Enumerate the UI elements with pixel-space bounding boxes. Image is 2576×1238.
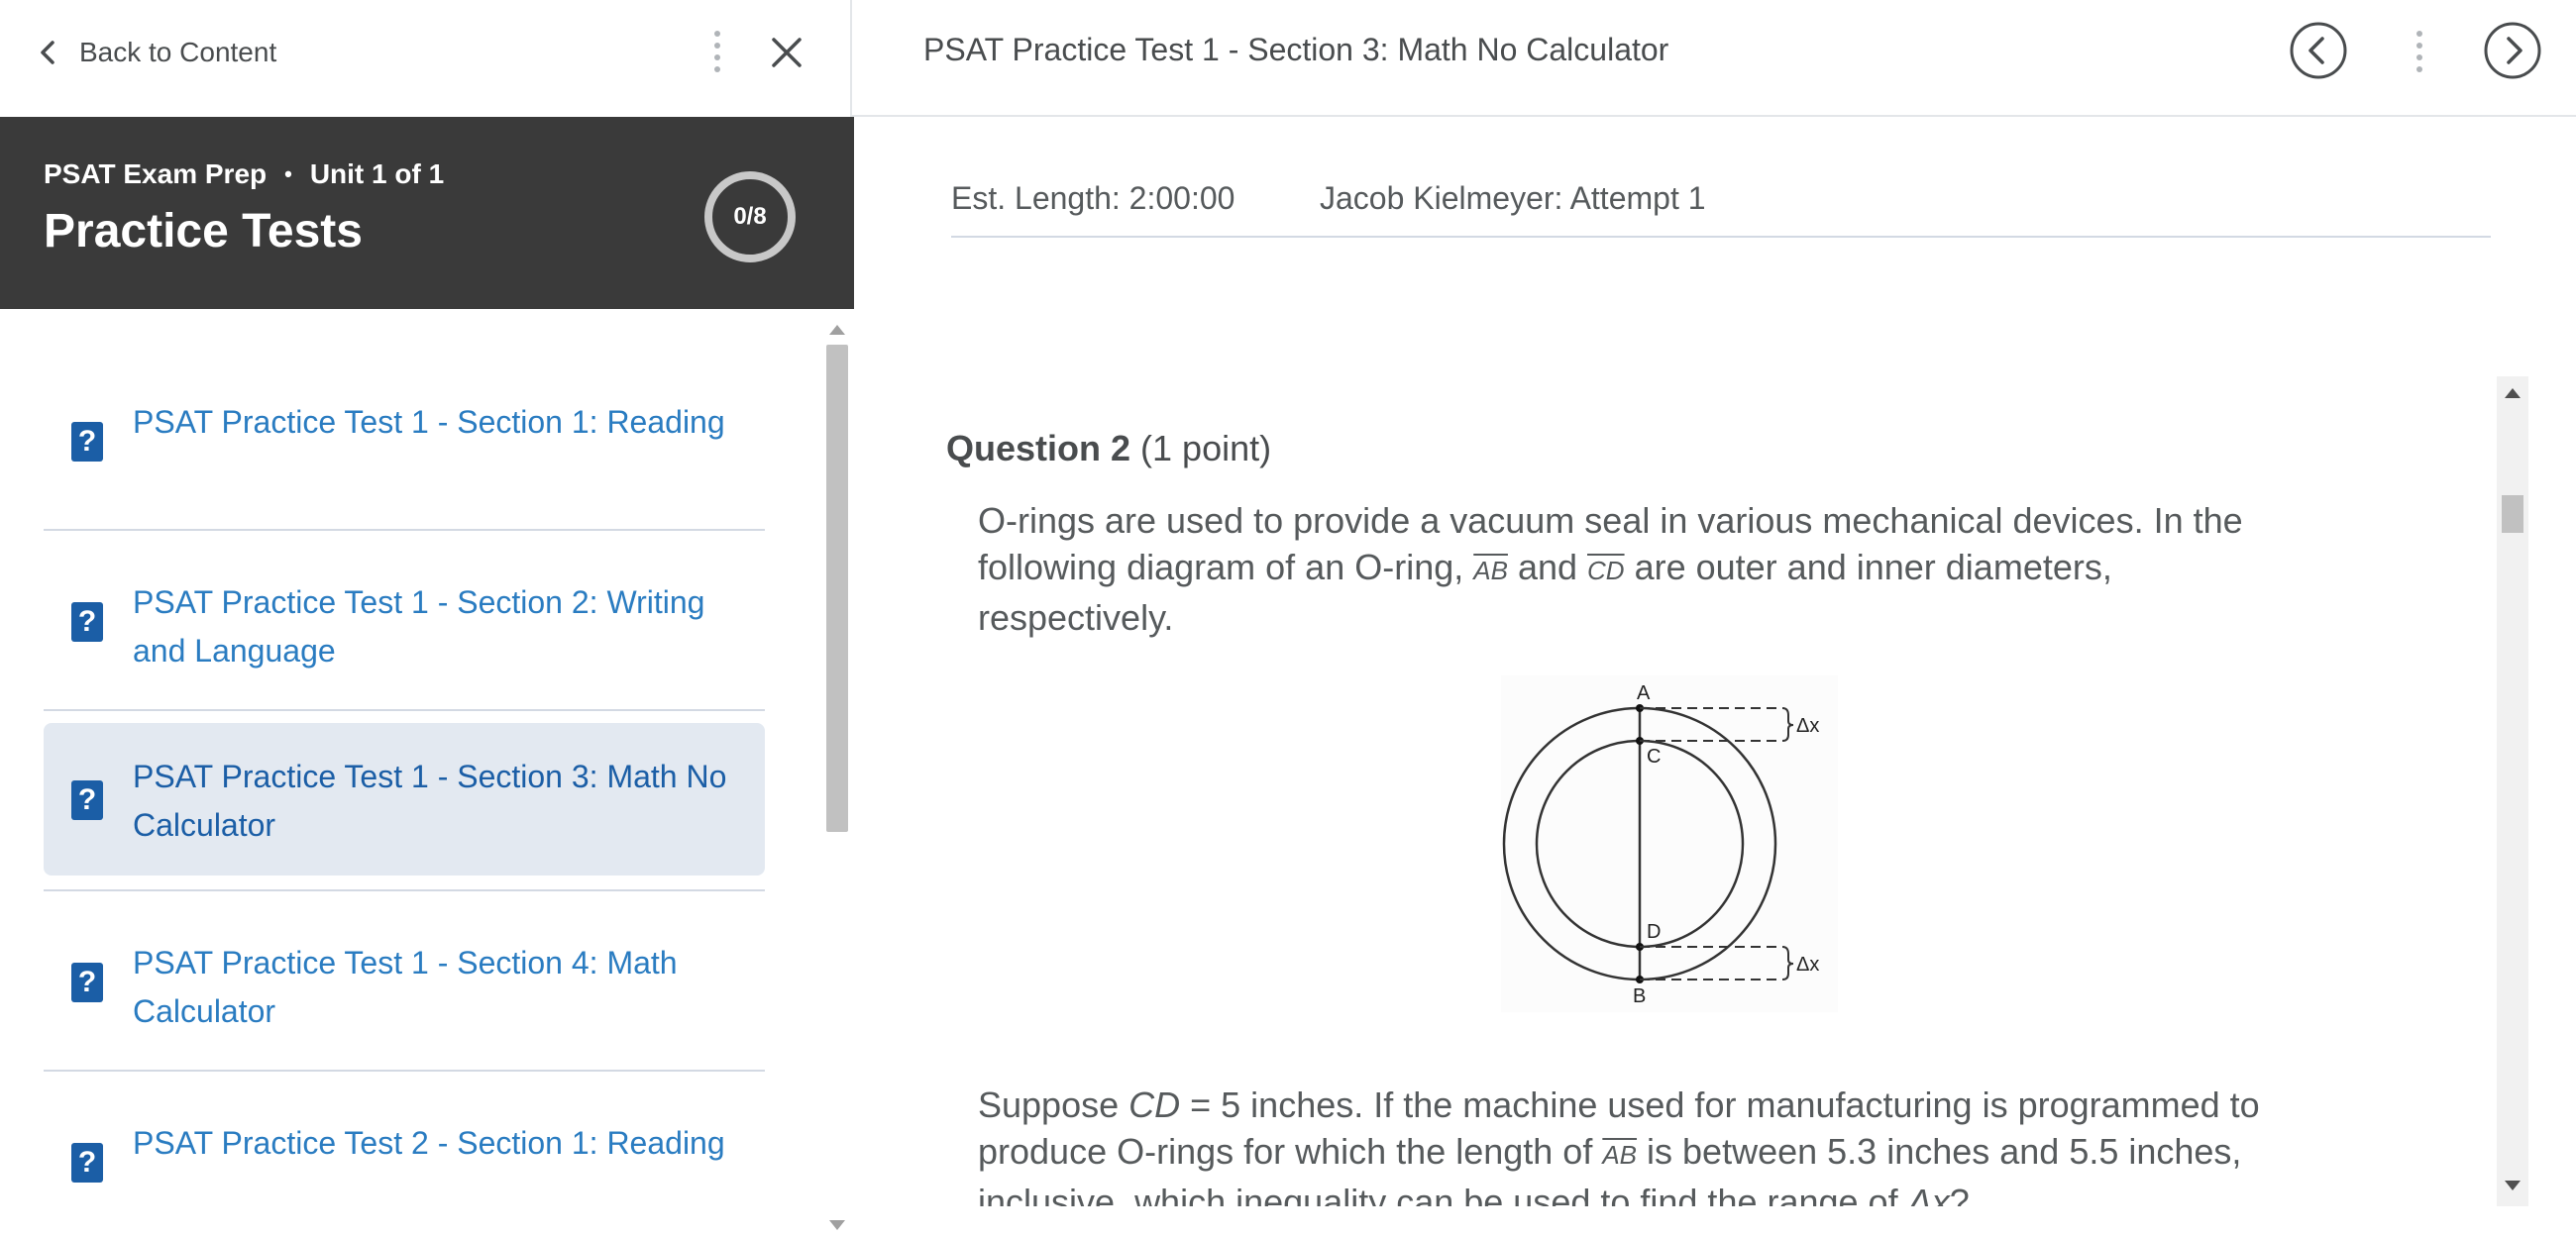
scroll-down-arrow-icon[interactable]: [829, 1220, 845, 1230]
toc-item[interactable]: ? PSAT Practice Test 1 - Section 2: Writ…: [44, 539, 765, 699]
divider: [44, 889, 765, 891]
content-panel: Back to Content PSAT Exam Prep • Unit 1 …: [0, 0, 854, 1238]
unit-label: Unit 1 of 1: [309, 158, 445, 189]
divider: [44, 709, 765, 711]
unit-title: Practice Tests: [44, 205, 363, 258]
segment-cd-italic: CD: [1128, 1084, 1181, 1125]
question-title: Question 2: [946, 428, 1131, 468]
label-a: A: [1637, 682, 1651, 704]
o-ring-diagram: A C D B Δx Δx: [1501, 675, 1838, 1012]
question-text: Suppose CD = 5 inches. If the machine us…: [978, 1082, 2315, 1206]
table-of-contents: ? PSAT Practice Test 1 - Section 1: Read…: [0, 309, 822, 1238]
segment-ab: AB: [1473, 556, 1508, 585]
toc-item-label[interactable]: PSAT Practice Test 1 - Section 2: Writin…: [133, 578, 727, 675]
quiz-icon: ?: [71, 780, 103, 820]
estimated-length: Est. Length: 2:00:00: [951, 180, 1235, 216]
divider: [44, 529, 765, 531]
label-delta-x: Δx: [1796, 715, 1819, 737]
progress-count: 0/8: [733, 203, 767, 230]
chevron-left-icon: [41, 41, 54, 64]
segment-cd: CD: [1587, 556, 1625, 585]
question-scrollbar[interactable]: [2497, 376, 2528, 1206]
scrollbar-thumb[interactable]: [826, 345, 848, 832]
back-to-content-link[interactable]: Back to Content: [36, 30, 276, 75]
label-b: B: [1633, 985, 1646, 1007]
toc-item[interactable]: ? PSAT Practice Test 1 - Section 4: Math…: [44, 899, 765, 1060]
scrollbar-thumb[interactable]: [2502, 495, 2523, 533]
toc-item-label[interactable]: PSAT Practice Test 1 - Section 4: Math C…: [133, 939, 727, 1036]
scroll-down-arrow-icon[interactable]: [2505, 1181, 2521, 1190]
more-options-icon[interactable]: [707, 28, 727, 79]
toc-item-label[interactable]: PSAT Practice Test 1 - Section 3: Math N…: [133, 753, 727, 850]
toc-item-label[interactable]: PSAT Practice Test 1 - Section 1: Readin…: [133, 398, 727, 447]
question-points: (1 point): [1140, 428, 1272, 468]
question-text-part: ?: [1949, 1182, 1970, 1206]
course-name: PSAT Exam Prep: [44, 158, 268, 189]
content-panel-header: Back to Content: [0, 0, 852, 117]
quiz-icon: ?: [71, 422, 103, 462]
topic-toolbar: PSAT Practice Test 1 - Section 3: Math N…: [852, 0, 2576, 117]
quiz-icon: ?: [71, 602, 103, 642]
breadcrumb-separator: •: [284, 161, 292, 186]
back-to-content-label: Back to Content: [79, 37, 277, 67]
previous-topic-icon[interactable]: [2289, 21, 2348, 80]
unit-header: PSAT Exam Prep • Unit 1 of 1 Practice Te…: [0, 117, 854, 309]
quiz-meta: Est. Length: 2:00:00 Jacob Kielmeyer: At…: [951, 176, 2491, 238]
close-icon[interactable]: [766, 32, 807, 73]
delta-x-variable: Δx: [1907, 1182, 1950, 1206]
label-d: D: [1647, 921, 1661, 943]
question-text: O-rings are used to provide a vacuum sea…: [978, 497, 2296, 641]
scroll-up-arrow-icon[interactable]: [2505, 388, 2521, 398]
toc-item[interactable]: ? PSAT Practice Test 1 - Section 1: Read…: [44, 359, 765, 519]
toc-scrollbar[interactable]: [822, 309, 852, 1238]
question-text-part: Suppose: [978, 1084, 1129, 1125]
toc-item[interactable]: ? PSAT Practice Test 2 - Section 1: Read…: [44, 1080, 765, 1238]
unit-breadcrumb: PSAT Exam Prep • Unit 1 of 1: [44, 158, 444, 190]
question-text-part: and: [1507, 547, 1588, 587]
segment-ab: AB: [1602, 1140, 1638, 1170]
scroll-up-arrow-icon[interactable]: [829, 325, 845, 335]
question-panel: Question 2 (1 point) O-rings are used to…: [946, 376, 2492, 1206]
quiz-icon: ?: [71, 963, 103, 1002]
quiz-icon: ?: [71, 1143, 103, 1183]
more-options-icon[interactable]: [2410, 28, 2429, 79]
divider: [44, 1070, 765, 1072]
topic-title: PSAT Practice Test 1 - Section 3: Math N…: [923, 32, 1669, 67]
toc-item-label[interactable]: PSAT Practice Test 2 - Section 1: Readin…: [133, 1119, 727, 1168]
question-heading: Question 2 (1 point): [946, 428, 1271, 469]
attempt-info: Jacob Kielmeyer: Attempt 1: [1320, 180, 1706, 216]
toc-item-active[interactable]: ? PSAT Practice Test 1 - Section 3: Math…: [44, 723, 765, 876]
next-topic-icon[interactable]: [2483, 21, 2542, 80]
label-delta-x: Δx: [1796, 954, 1819, 976]
label-c: C: [1647, 746, 1661, 768]
